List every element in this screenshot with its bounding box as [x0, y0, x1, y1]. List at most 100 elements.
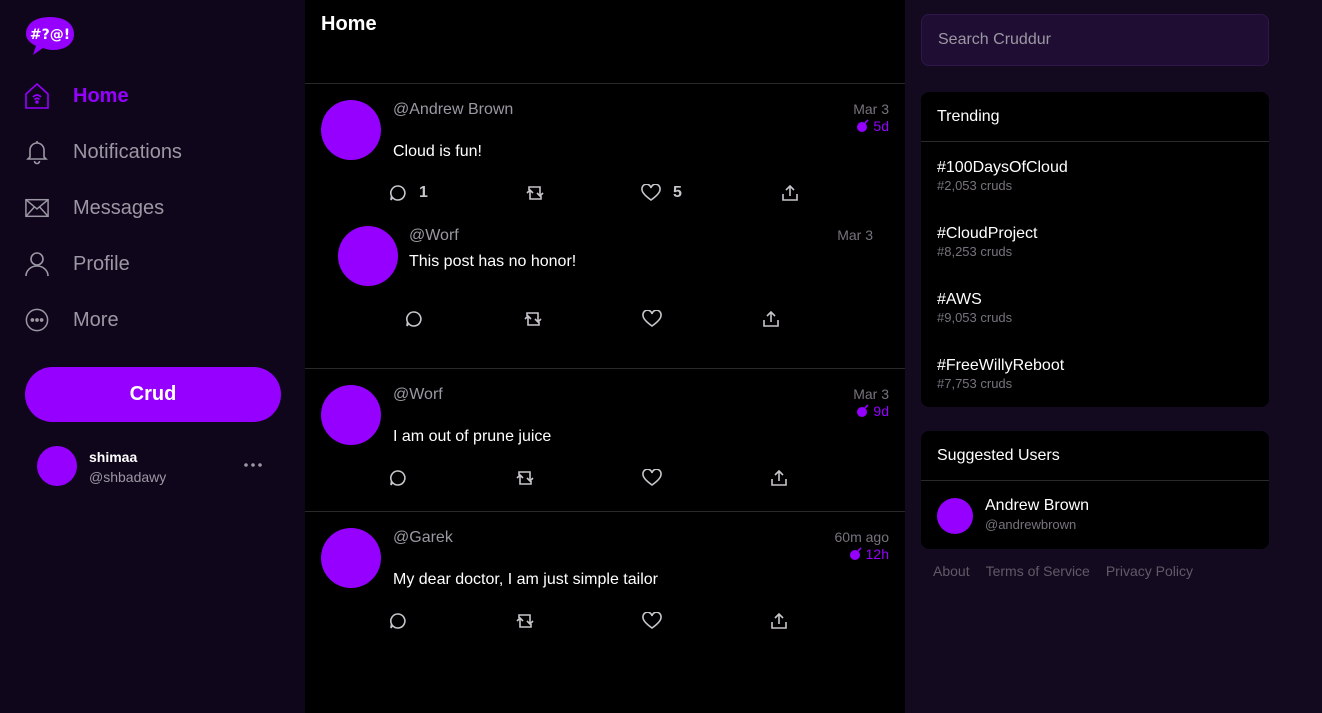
post[interactable]: @Garek 60m ago 12h My dear doctor, I am …: [305, 512, 905, 655]
logo-text: #?@!: [30, 27, 70, 43]
share-icon: [763, 310, 779, 327]
feed-header: Home: [305, 0, 905, 84]
post-handle[interactable]: @Worf: [393, 386, 443, 404]
reply-handle[interactable]: @Worf: [409, 227, 459, 245]
avatar: [937, 498, 973, 534]
post-ttl: 12h: [849, 546, 889, 562]
post-date: Mar 3: [853, 101, 889, 117]
footer-link-about[interactable]: About: [933, 563, 970, 579]
crud-button[interactable]: Crud: [25, 367, 281, 422]
reply-button[interactable]: [389, 469, 407, 487]
post-ttl-label: 9d: [873, 403, 889, 419]
current-user-profile[interactable]: shimaa @shbadawy: [37, 446, 277, 488]
nav-messages[interactable]: Messages: [25, 188, 285, 228]
post-handle[interactable]: @Garek: [393, 529, 453, 547]
search-input[interactable]: [921, 14, 1269, 66]
avatar[interactable]: [321, 528, 381, 588]
repost-button[interactable]: [515, 612, 535, 630]
share-button[interactable]: [781, 184, 799, 202]
heart-icon: [642, 469, 662, 486]
post-handle[interactable]: @Andrew Brown: [393, 101, 513, 119]
reply-message: This post has no honor!: [409, 253, 577, 270]
nav-profile-label: Profile: [73, 252, 130, 275]
right-sidebar: Trending #100DaysOfCloud #2,053 cruds #C…: [905, 0, 1322, 713]
page-title: Home: [321, 13, 377, 35]
trending-count: #2,053 cruds: [937, 178, 1013, 193]
suggested-title: Suggested Users: [921, 431, 1269, 481]
post-ttl-label: 5d: [873, 118, 889, 134]
like-button[interactable]: 5: [641, 184, 682, 202]
trending-item[interactable]: #FreeWillyReboot #7,753 cruds: [937, 357, 1064, 391]
left-sidebar: #?@! Home Notifications Messages Profile…: [0, 0, 305, 713]
share-button[interactable]: [770, 469, 788, 487]
trending-tag: #CloudProject: [937, 225, 1038, 242]
post-ttl-label: 12h: [865, 546, 889, 562]
post[interactable]: @Worf Mar 3 9d I am out of prune juice: [305, 369, 905, 512]
bomb-icon: [849, 547, 862, 560]
reply-button[interactable]: [389, 612, 407, 630]
trending-item[interactable]: #100DaysOfCloud #2,053 cruds: [937, 159, 1068, 193]
avatar[interactable]: [321, 100, 381, 160]
reply-count: 1: [419, 184, 428, 201]
logo[interactable]: #?@!: [25, 15, 75, 57]
footer-link-privacy[interactable]: Privacy Policy: [1106, 563, 1193, 579]
nav-notifications-label: Notifications: [73, 140, 182, 163]
heart-icon: [642, 310, 662, 327]
reply-button[interactable]: [405, 310, 423, 328]
like-button[interactable]: [642, 469, 662, 487]
avatar[interactable]: [321, 385, 381, 445]
nav-more[interactable]: More: [25, 300, 285, 340]
heart-icon: [641, 184, 661, 201]
post-message: My dear doctor, I am just simple tailor: [393, 571, 658, 588]
post-message: Cloud is fun!: [393, 143, 482, 160]
trending-count: #9,053 cruds: [937, 310, 1013, 325]
current-user-handle: @shbadawy: [89, 469, 167, 485]
nav-profile[interactable]: Profile: [25, 244, 285, 284]
repost-icon: [524, 312, 542, 326]
repost-icon: [526, 186, 544, 200]
feed: Home @Andrew Brown Mar 3 5d Cloud is fun…: [305, 0, 905, 713]
like-button[interactable]: [642, 612, 662, 630]
trending-box: Trending #100DaysOfCloud #2,053 cruds #C…: [921, 92, 1269, 407]
home-icon: [25, 83, 49, 109]
repost-button[interactable]: [515, 469, 535, 487]
nav-notifications[interactable]: Notifications: [25, 132, 285, 172]
like-button[interactable]: [642, 310, 662, 328]
ellipsis-icon[interactable]: [242, 454, 264, 476]
bell-icon: [25, 140, 49, 165]
nav-home[interactable]: Home: [25, 76, 285, 116]
avatar[interactable]: [338, 226, 398, 286]
like-count: 5: [673, 184, 682, 201]
reply-button[interactable]: 1: [389, 184, 428, 202]
post-date: 60m ago: [834, 529, 889, 545]
repost-icon: [516, 614, 534, 628]
post-ttl: 9d: [856, 403, 889, 419]
post-date: Mar 3: [853, 386, 889, 402]
trending-item[interactable]: #CloudProject #8,253 cruds: [937, 225, 1038, 259]
envelope-icon: [25, 196, 49, 220]
reply-icon: [390, 470, 406, 486]
repost-icon: [516, 471, 534, 485]
reply-icon: [406, 311, 422, 327]
footer-link-terms[interactable]: Terms of Service: [986, 563, 1090, 579]
trending-count: #7,753 cruds: [937, 376, 1013, 391]
bomb-icon: [857, 404, 869, 417]
share-button[interactable]: [770, 612, 788, 630]
trending-item[interactable]: #AWS #9,053 cruds: [937, 291, 1012, 325]
nav-home-label: Home: [73, 84, 129, 107]
share-icon: [771, 469, 787, 486]
post[interactable]: @Andrew Brown Mar 3 5d Cloud is fun! 1 5…: [305, 84, 905, 369]
reply-date: Mar 3: [837, 227, 873, 243]
suggested-user[interactable]: Andrew Brown @andrewbrown: [937, 496, 1237, 536]
bomb-icon: [857, 119, 869, 132]
suggested-user-name: Andrew Brown: [985, 497, 1090, 514]
post-message: I am out of prune juice: [393, 428, 552, 445]
repost-button[interactable]: [525, 184, 545, 202]
repost-button[interactable]: [523, 310, 543, 328]
reply-icon: [390, 185, 406, 201]
suggested-users-box: Suggested Users Andrew Brown @andrewbrow…: [921, 431, 1269, 549]
avatar: [37, 446, 77, 486]
share-button[interactable]: [762, 310, 780, 328]
nav-more-label: More: [73, 308, 119, 331]
trending-tag: #AWS: [937, 291, 982, 308]
